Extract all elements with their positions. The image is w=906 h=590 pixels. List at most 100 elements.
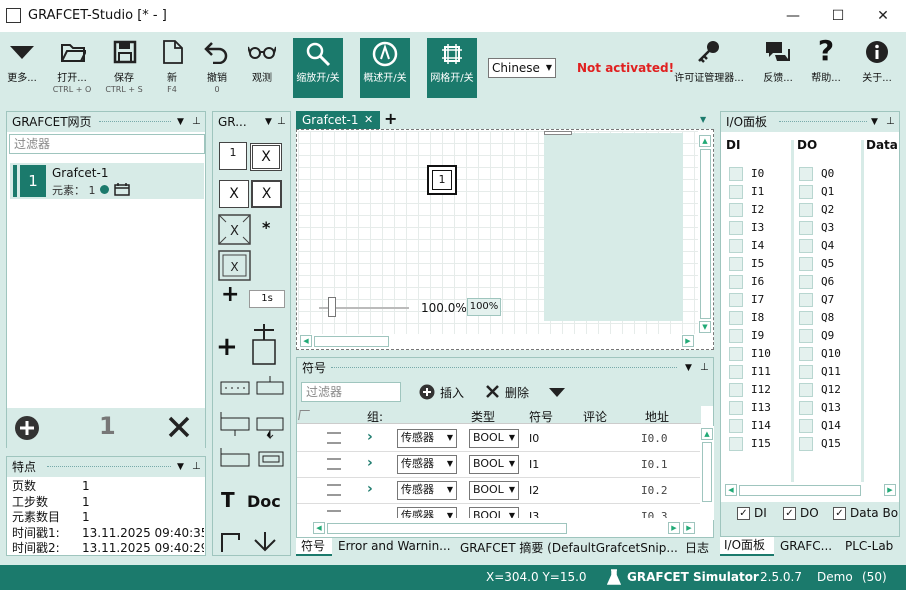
- scroll-right-icon[interactable]: ▶: [884, 484, 896, 496]
- drag-rows-icon[interactable]: [327, 458, 341, 470]
- table-row[interactable]: 传感器 ▼ BOOL ▼ I3 I0.3: [297, 504, 701, 518]
- palette-transition[interactable]: +: [216, 332, 238, 362]
- symbol-value[interactable]: I0: [529, 432, 539, 445]
- minimize-button[interactable]: —: [770, 4, 816, 28]
- group-select[interactable]: 传感器 ▼: [397, 481, 457, 500]
- do-signal-checkbox[interactable]: [799, 239, 813, 253]
- di-signal-checkbox[interactable]: [729, 383, 743, 397]
- scroll-left-icon[interactable]: ◀: [313, 522, 325, 534]
- scroll-up-icon[interactable]: ▲: [699, 135, 711, 147]
- do-signal-checkbox[interactable]: [799, 257, 813, 271]
- chevron-down-icon[interactable]: [549, 388, 565, 398]
- tab-plc-lab[interactable]: PLC-Lab: [845, 539, 893, 553]
- di-signal-checkbox[interactable]: [729, 311, 743, 325]
- tab-io-panel[interactable]: I/O面板: [720, 537, 774, 556]
- di-signal-checkbox[interactable]: [729, 293, 743, 307]
- di-signal-checkbox[interactable]: [729, 185, 743, 199]
- di-row[interactable]: I11: [729, 364, 789, 382]
- tab-grafcet-1[interactable]: Grafcet-1 ✕: [296, 111, 380, 129]
- enclosing-step-icon[interactable]: X: [218, 214, 251, 245]
- di-signal-checkbox[interactable]: [729, 275, 743, 289]
- do-row[interactable]: Q6: [799, 274, 859, 292]
- drag-rows-icon[interactable]: [327, 432, 341, 444]
- jump-icons[interactable]: [219, 446, 285, 472]
- tab-errors[interactable]: Error and Warnin...: [338, 539, 451, 553]
- col-symbol[interactable]: 符号: [529, 408, 553, 425]
- col-address[interactable]: 地址: [645, 408, 669, 425]
- chevron-down-icon[interactable]: ▼: [700, 115, 706, 124]
- col-group[interactable]: 组:: [367, 408, 383, 425]
- do-row[interactable]: Q9: [799, 328, 859, 346]
- di-signal-checkbox[interactable]: [729, 347, 743, 361]
- do-row[interactable]: Q7: [799, 292, 859, 310]
- do-signal-checkbox[interactable]: [799, 347, 813, 361]
- do-checkbox[interactable]: ✓: [783, 507, 796, 520]
- close-tab-icon[interactable]: ✕: [364, 111, 373, 129]
- type-select[interactable]: BOOL ▼: [469, 507, 519, 518]
- close-window-button[interactable]: ✕: [860, 4, 906, 28]
- do-row[interactable]: Q11: [799, 364, 859, 382]
- tab-grafcet-view[interactable]: GRAFC...: [780, 539, 832, 553]
- do-row[interactable]: Q3: [799, 220, 859, 238]
- select-all-corner-icon[interactable]: [298, 410, 310, 420]
- tab-summary[interactable]: GRAFCET 摘要 (DefaultGrafcetSnip...: [460, 539, 678, 556]
- delete-icon[interactable]: [485, 384, 500, 399]
- chevron-down-icon[interactable]: ▼: [177, 112, 184, 132]
- di-signal-checkbox[interactable]: [729, 257, 743, 271]
- di-signal-checkbox[interactable]: [729, 419, 743, 433]
- page-list-item[interactable]: 1 Grafcet-1 元素： 1: [10, 163, 204, 199]
- do-row[interactable]: Q2: [799, 202, 859, 220]
- grid-toggle-button[interactable]: 网格开/关: [427, 38, 477, 98]
- do-signal-checkbox[interactable]: [799, 311, 813, 325]
- scroll-left-icon[interactable]: ◀: [725, 484, 737, 496]
- add-tab-button[interactable]: +: [384, 109, 397, 128]
- zoom-reset-button[interactable]: 100%: [467, 298, 501, 316]
- do-row[interactable]: Q15: [799, 436, 859, 454]
- table-row[interactable]: › 传感器 ▼ BOOL ▼ I0 I0.0: [297, 426, 701, 452]
- do-signal-checkbox[interactable]: [799, 437, 813, 451]
- io-hscroll[interactable]: ◀ ▶: [723, 482, 899, 498]
- pages-filter-input[interactable]: 过滤器: [9, 134, 205, 154]
- data-checkbox[interactable]: ✓: [833, 507, 846, 520]
- di-row[interactable]: I3: [729, 220, 789, 238]
- do-row[interactable]: Q8: [799, 310, 859, 328]
- table-row[interactable]: › 传感器 ▼ BOOL ▼ I2 I0.2: [297, 478, 701, 504]
- do-row[interactable]: Q1: [799, 184, 859, 202]
- step-transition-icon[interactable]: [251, 324, 277, 366]
- group-select[interactable]: 传感器 ▼: [397, 429, 457, 448]
- delete-page-icon[interactable]: [167, 415, 191, 439]
- drag-rows-icon[interactable]: [327, 510, 341, 518]
- palette-initial-step[interactable]: X: [250, 143, 282, 171]
- new-button[interactable]: 新 F4: [154, 32, 190, 104]
- canvas-hscroll[interactable]: ◀ ▶: [298, 334, 698, 349]
- divergence-icons[interactable]: [219, 374, 285, 398]
- palette-text[interactable]: T: [221, 488, 235, 512]
- chevron-right-icon[interactable]: ›: [367, 481, 373, 497]
- scroll-right-icon[interactable]: ▶: [668, 522, 680, 534]
- hscroll-thumb[interactable]: [739, 485, 861, 496]
- group-select[interactable]: 传感器 ▼: [397, 455, 457, 474]
- type-select[interactable]: BOOL ▼: [469, 481, 519, 500]
- di-signal-checkbox[interactable]: [729, 329, 743, 343]
- palette-add-transition[interactable]: +: [221, 282, 239, 307]
- symbols-vscroll[interactable]: ▲: [700, 426, 714, 520]
- undo-button[interactable]: 撤销 0: [198, 32, 236, 104]
- do-row[interactable]: Q5: [799, 256, 859, 274]
- di-signal-checkbox[interactable]: [729, 203, 743, 217]
- di-checkbox[interactable]: ✓: [737, 507, 750, 520]
- address-value[interactable]: I0.0: [641, 432, 668, 445]
- vscroll-thumb[interactable]: [702, 442, 712, 502]
- tab-log[interactable]: 日志: [685, 539, 709, 556]
- do-row[interactable]: Q14: [799, 418, 859, 436]
- do-signal-checkbox[interactable]: [799, 221, 813, 235]
- di-row[interactable]: I12: [729, 382, 789, 400]
- scroll-end-icon[interactable]: ▶: [683, 522, 695, 534]
- symbols-filter-input[interactable]: 过滤器: [301, 382, 401, 402]
- di-row[interactable]: I0: [729, 166, 789, 184]
- license-manager-button[interactable]: 许可证管理器...: [670, 32, 748, 104]
- symbols-hscroll[interactable]: ◀ ▶ ▶: [311, 520, 713, 536]
- symbol-value[interactable]: I2: [529, 484, 539, 497]
- pin-icon[interactable]: ⊥: [700, 358, 709, 378]
- di-row[interactable]: I10: [729, 346, 789, 364]
- add-circle-icon[interactable]: [419, 384, 435, 400]
